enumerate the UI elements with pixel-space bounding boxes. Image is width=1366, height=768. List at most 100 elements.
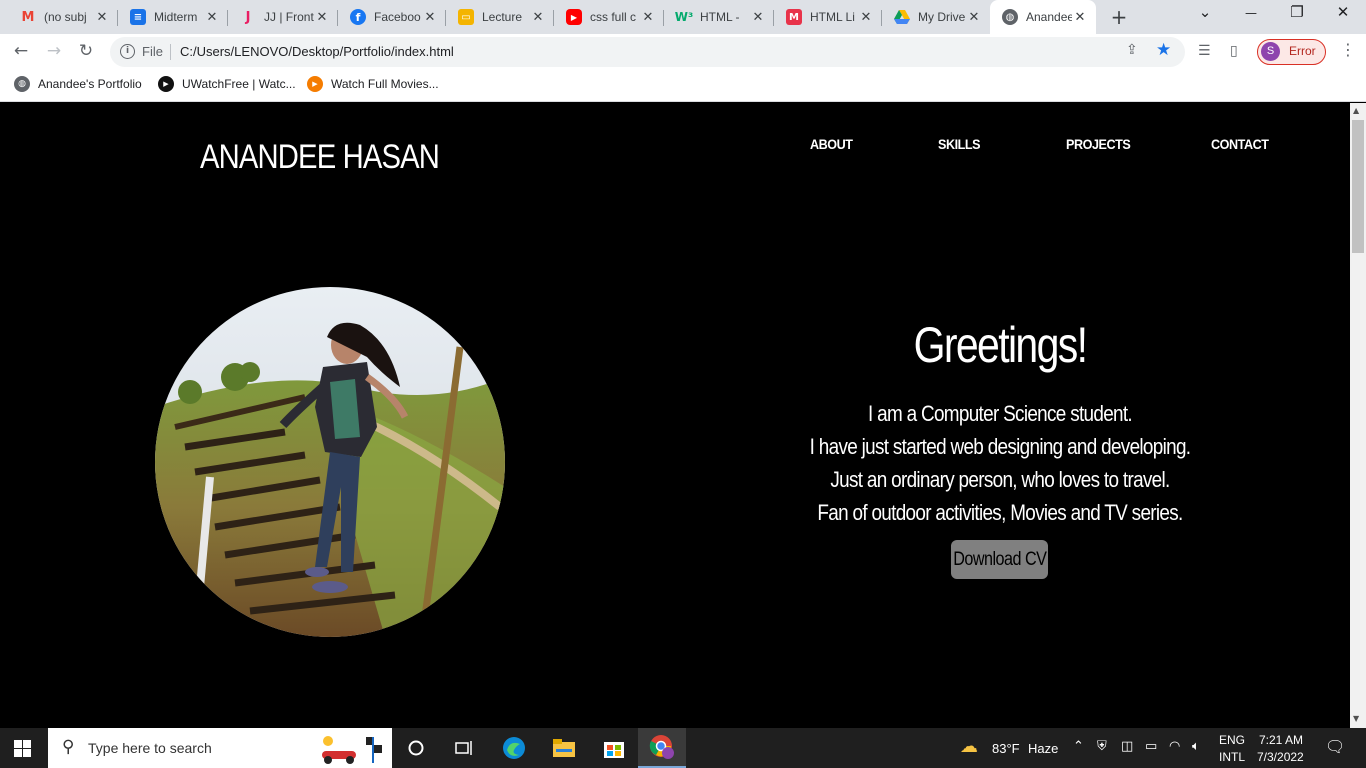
tab-my-drive[interactable]: My Drive ✕ bbox=[882, 2, 990, 32]
security-icon[interactable]: ⛨ bbox=[1097, 739, 1107, 754]
weather-icon[interactable]: ☁ bbox=[960, 736, 978, 757]
tab-title: HTML - bbox=[700, 10, 740, 24]
tab-title: Anandee bbox=[1026, 10, 1072, 24]
bookmark-label: UWatchFree | Watc... bbox=[182, 77, 296, 91]
reload-icon[interactable]: ↻ bbox=[75, 41, 97, 61]
address-bar[interactable]: i File C:/Users/LENOVO/Desktop/Portfolio… bbox=[110, 37, 1185, 67]
share-icon[interactable]: ⇪ bbox=[1126, 42, 1138, 58]
tab-search-icon[interactable]: ⌄ bbox=[1182, 3, 1228, 21]
cortana-icon[interactable] bbox=[392, 728, 440, 768]
tab-title: css full c bbox=[590, 10, 637, 24]
nav-about[interactable]: ABOUT bbox=[810, 136, 853, 152]
tab-facebook[interactable]: f Faceboo ✕ bbox=[338, 2, 446, 32]
tab-html-links[interactable]: M HTML Li ✕ bbox=[774, 2, 882, 32]
scroll-down-icon[interactable]: ▼ bbox=[1353, 714, 1359, 723]
m-icon: M bbox=[786, 9, 802, 25]
bookmark-label: Watch Full Movies... bbox=[331, 77, 439, 91]
bookmarks-bar: ◍ Anandee's Portfolio ▶ UWatchFree | Wat… bbox=[0, 70, 1366, 102]
volume-icon[interactable]: 🔈︎ bbox=[1192, 739, 1200, 754]
tab-strip: M (no subj ✕ ≡ Midterm ✕ J JJ | Front ✕ … bbox=[0, 0, 1366, 34]
tab-title: My Drive bbox=[918, 10, 966, 24]
download-cv-button[interactable]: Download CV bbox=[951, 540, 1048, 579]
clock-time[interactable]: 7:21 AM bbox=[1259, 733, 1303, 747]
tab-w3schools[interactable]: W³ HTML - ✕ bbox=[664, 2, 774, 32]
restore-button[interactable]: ❐ bbox=[1274, 3, 1320, 21]
close-icon[interactable]: ✕ bbox=[966, 10, 982, 25]
tab-title: Lecture bbox=[482, 10, 523, 24]
globe-icon: ◍ bbox=[14, 76, 30, 92]
j-icon: J bbox=[245, 9, 251, 25]
profile-button[interactable]: S Error bbox=[1257, 39, 1326, 65]
close-icon[interactable]: ✕ bbox=[204, 10, 220, 25]
nav-projects[interactable]: PROJECTS bbox=[1066, 136, 1131, 152]
chevron-up-icon[interactable]: ⌃ bbox=[1073, 739, 1084, 754]
tab-midterm[interactable]: ≡ Midterm ✕ bbox=[118, 2, 228, 32]
close-icon[interactable]: ✕ bbox=[422, 10, 438, 25]
weather-temp[interactable]: 83°F bbox=[992, 741, 1020, 756]
side-panel-icon[interactable]: ▯ bbox=[1230, 43, 1238, 59]
bookmark-star-icon[interactable]: ★ bbox=[1156, 40, 1171, 60]
bookmark-label: Anandee's Portfolio bbox=[38, 77, 142, 91]
url-text[interactable]: C:/Users/LENOVO/Desktop/Portfolio/index.… bbox=[180, 44, 454, 59]
drive-icon bbox=[894, 9, 910, 25]
close-icon[interactable]: ✕ bbox=[750, 10, 766, 25]
tab-lecture[interactable]: ▭ Lecture ✕ bbox=[446, 2, 554, 32]
avatar: S bbox=[1261, 42, 1280, 61]
close-icon[interactable]: ✕ bbox=[640, 10, 656, 25]
wifi-icon[interactable]: ◠ bbox=[1169, 739, 1180, 754]
meet-icon[interactable]: ◫ bbox=[1121, 739, 1133, 754]
close-icon[interactable]: ✕ bbox=[1072, 10, 1088, 25]
bookmark-watch-full-movies[interactable]: ▶ Watch Full Movies... bbox=[307, 76, 439, 92]
edge-icon[interactable] bbox=[490, 728, 538, 768]
chrome-taskbar-icon[interactable] bbox=[638, 728, 686, 768]
tab-gmail[interactable]: M (no subj ✕ bbox=[8, 2, 118, 32]
scroll-up-icon[interactable]: ▲ bbox=[1353, 106, 1359, 115]
language-code[interactable]: ENG bbox=[1219, 733, 1245, 747]
notifications-icon[interactable]: 🗨︎ bbox=[1325, 737, 1345, 756]
taskbar-search[interactable]: ⚲ Type here to search bbox=[48, 728, 392, 768]
close-window-button[interactable]: ✕ bbox=[1320, 3, 1366, 21]
page-viewport: ANANDEE HASAN ABOUT SKILLS PROJECTS CONT… bbox=[0, 103, 1350, 728]
battery-icon[interactable]: ▭ bbox=[1145, 739, 1157, 754]
nav-skills[interactable]: SKILLS bbox=[938, 136, 981, 152]
task-view-icon[interactable] bbox=[440, 728, 488, 768]
close-icon[interactable]: ✕ bbox=[94, 10, 110, 25]
menu-icon[interactable]: ⋮ bbox=[1340, 40, 1356, 59]
minimize-button[interactable]: — bbox=[1228, 6, 1274, 20]
tab-jj-front[interactable]: J JJ | Front ✕ bbox=[228, 2, 338, 32]
page-scrollbar[interactable]: ▲ ▼ bbox=[1350, 103, 1366, 728]
reading-list-icon[interactable]: ☰ bbox=[1198, 43, 1211, 59]
search-icon: ⚲ bbox=[62, 737, 75, 757]
nav-contact[interactable]: CONTACT bbox=[1211, 136, 1269, 152]
bio-line-4: Fan of outdoor activities, Movies and TV… bbox=[817, 500, 1183, 525]
bio-line-1: I am a Computer Science student. bbox=[867, 401, 1133, 426]
bookmark-anandees-portfolio[interactable]: ◍ Anandee's Portfolio bbox=[14, 76, 142, 92]
tab-title: (no subj bbox=[44, 10, 87, 24]
scrollbar-thumb[interactable] bbox=[1352, 120, 1364, 253]
gmail-icon: M bbox=[21, 9, 35, 25]
bookmark-uwatchfree[interactable]: ▶ UWatchFree | Watc... bbox=[158, 76, 296, 92]
tab-title: Midterm bbox=[154, 10, 198, 24]
language-layout[interactable]: INTL bbox=[1219, 750, 1245, 764]
new-tab-button[interactable]: + bbox=[1108, 5, 1130, 29]
tab-title: HTML Li bbox=[810, 10, 855, 24]
windows-start-icon[interactable] bbox=[14, 740, 31, 757]
close-icon[interactable]: ✕ bbox=[530, 10, 546, 25]
clock-date[interactable]: 7/3/2022 bbox=[1257, 750, 1304, 764]
facebook-icon: f bbox=[350, 9, 366, 25]
tab-anandee-active[interactable]: ◍ Anandee ✕ bbox=[990, 0, 1096, 34]
weather-condition[interactable]: Haze bbox=[1028, 741, 1058, 756]
back-icon[interactable]: ← bbox=[10, 41, 32, 61]
site-logo[interactable]: ANANDEE HASAN bbox=[200, 138, 440, 177]
close-icon[interactable]: ✕ bbox=[858, 10, 874, 25]
info-icon[interactable]: i bbox=[120, 44, 135, 59]
tab-youtube[interactable]: ▶ css full c ✕ bbox=[554, 2, 664, 32]
search-highlight-icon bbox=[322, 736, 382, 764]
movie-icon: ▶ bbox=[307, 76, 323, 92]
forward-icon[interactable]: → bbox=[43, 41, 65, 61]
file-explorer-icon[interactable] bbox=[540, 728, 588, 768]
browser-toolbar: ← → ↻ i File C:/Users/LENOVO/Desktop/Por… bbox=[0, 34, 1366, 70]
close-icon[interactable]: ✕ bbox=[314, 10, 330, 25]
store-icon[interactable] bbox=[590, 728, 638, 768]
tab-title: JJ | Front bbox=[264, 10, 314, 24]
